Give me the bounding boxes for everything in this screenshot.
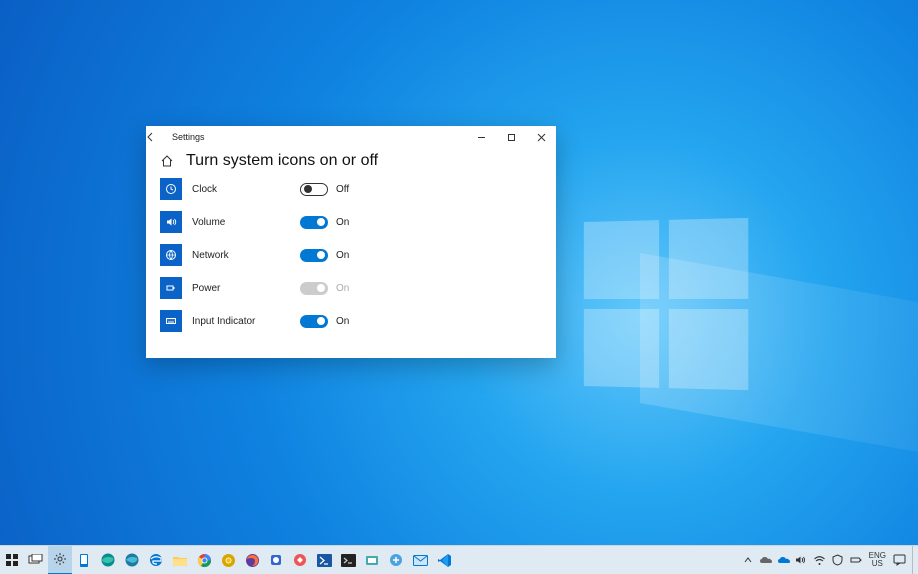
- toggle-volume[interactable]: [300, 216, 328, 229]
- app-icon-generic-2[interactable]: [288, 546, 312, 574]
- toggle-input-indicator[interactable]: [300, 315, 328, 328]
- action-center-icon[interactable]: [890, 546, 908, 574]
- light-ray: [640, 253, 918, 477]
- page-title: Turn system icons on or off: [186, 152, 378, 170]
- onedrive-icon[interactable]: [757, 546, 775, 574]
- option-row-power: Power On: [160, 277, 542, 299]
- page-header: Turn system icons on or off: [146, 148, 556, 178]
- firefox-icon[interactable]: [240, 546, 264, 574]
- toggle-state: On: [336, 283, 349, 294]
- onedrive-sync-icon[interactable]: [775, 546, 793, 574]
- options-list: Clock Off Volume On: [146, 178, 556, 342]
- minimize-button[interactable]: [466, 126, 496, 148]
- vscode-icon[interactable]: [432, 546, 456, 574]
- app-icon-generic-4[interactable]: [384, 546, 408, 574]
- terminal-icon[interactable]: [336, 546, 360, 574]
- tray-volume-icon[interactable]: [793, 546, 811, 574]
- option-label: Volume: [192, 217, 300, 228]
- toggle-network[interactable]: [300, 249, 328, 262]
- show-desktop-button[interactable]: [912, 546, 916, 574]
- clock-icon: [160, 178, 182, 200]
- toggle-state: On: [336, 316, 349, 327]
- settings-taskbar-icon[interactable]: [48, 546, 72, 574]
- toggle-state: On: [336, 217, 349, 228]
- option-row-clock: Clock Off: [160, 178, 542, 200]
- language-indicator[interactable]: ENG US: [865, 552, 890, 568]
- tray-security-icon[interactable]: [829, 546, 847, 574]
- taskbar-right: ENG US: [739, 546, 918, 574]
- tray-network-icon[interactable]: [811, 546, 829, 574]
- chrome-icon[interactable]: [192, 546, 216, 574]
- home-icon[interactable]: [160, 154, 174, 168]
- window-title: Settings: [168, 132, 466, 142]
- option-label: Network: [192, 250, 300, 261]
- option-row-volume: Volume On: [160, 211, 542, 233]
- close-button[interactable]: [526, 126, 556, 148]
- taskbar: ENG US: [0, 545, 918, 574]
- power-icon: [160, 277, 182, 299]
- volume-icon: [160, 211, 182, 233]
- explorer-icon[interactable]: [168, 546, 192, 574]
- toggle-power: [300, 282, 328, 295]
- lang-bot: US: [869, 560, 886, 568]
- phone-icon[interactable]: [72, 546, 96, 574]
- option-row-input-indicator: Input Indicator On: [160, 310, 542, 332]
- task-view-icon[interactable]: [24, 546, 48, 574]
- edge-legacy-icon[interactable]: [144, 546, 168, 574]
- keyboard-icon: [160, 310, 182, 332]
- toggle-state: On: [336, 250, 349, 261]
- app-icon-generic-3[interactable]: [360, 546, 384, 574]
- powershell-icon[interactable]: [312, 546, 336, 574]
- toggle-state: Off: [336, 184, 349, 195]
- start-button[interactable]: [0, 546, 24, 574]
- desktop: Settings Turn system icons on or off: [0, 0, 918, 574]
- tray-power-icon[interactable]: [847, 546, 865, 574]
- tray-expand-icon[interactable]: [739, 546, 757, 574]
- edge-dev-icon[interactable]: [120, 546, 144, 574]
- maximize-button[interactable]: [496, 126, 526, 148]
- network-icon: [160, 244, 182, 266]
- app-icon-generic-1[interactable]: [264, 546, 288, 574]
- toggle-clock[interactable]: [300, 183, 328, 196]
- mail-icon[interactable]: [408, 546, 432, 574]
- windows-logo: [584, 218, 748, 390]
- titlebar: Settings: [146, 126, 556, 148]
- option-label: Power: [192, 283, 300, 294]
- settings-window: Settings Turn system icons on or off: [146, 126, 556, 358]
- back-button[interactable]: [146, 132, 168, 142]
- option-label: Clock: [192, 184, 300, 195]
- option-row-network: Network On: [160, 244, 542, 266]
- option-label: Input Indicator: [192, 316, 300, 327]
- edge-icon[interactable]: [96, 546, 120, 574]
- taskbar-left: [0, 546, 456, 574]
- chrome-canary-icon[interactable]: [216, 546, 240, 574]
